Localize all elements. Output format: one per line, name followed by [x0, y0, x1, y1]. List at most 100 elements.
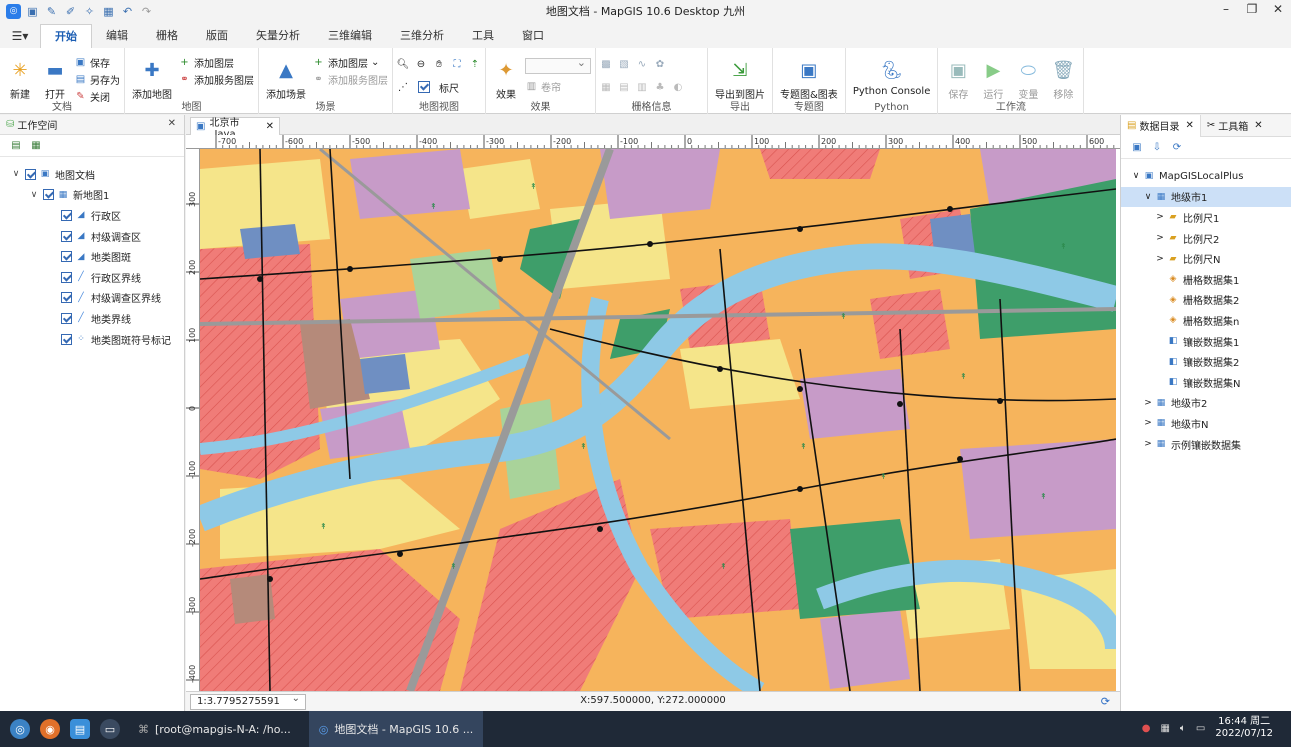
workspace-tree-item[interactable]: ╱ 地类界线 — [0, 308, 184, 329]
maximize-icon[interactable]: ❐ — [1245, 2, 1259, 16]
start-menu-icon[interactable]: ◎ — [10, 719, 30, 739]
close-icon[interactable]: ✕ — [1271, 2, 1285, 16]
catalog-tree-item[interactable]: > ▦ 地级市N — [1121, 413, 1291, 434]
workspace-tree-item[interactable]: ∨ ▣ 地图文档 — [0, 164, 184, 185]
raster-icon-5[interactable]: ▦ — [600, 81, 612, 93]
export-image-button[interactable]: ⇲ 导出到图片 — [712, 52, 768, 103]
grid-icon[interactable]: ▦ — [101, 4, 116, 19]
layer-visibility-checkbox[interactable] — [25, 168, 36, 180]
catalog-tree-item[interactable]: ◈ 栅格数据集1 — [1121, 269, 1291, 290]
catalog-tree-item[interactable]: > ▦ 示例镶嵌数据集 — [1121, 434, 1291, 455]
python-console-button[interactable]: 🐍︎ Python Console — [850, 52, 934, 99]
raster-icon-1[interactable]: ▩ — [600, 58, 612, 70]
clock[interactable]: 16:44 周二 2022/07/12 — [1215, 716, 1273, 740]
minimize-icon[interactable]: – — [1219, 2, 1233, 16]
workspace-tree-item[interactable]: ◢ 行政区 — [0, 205, 184, 226]
terminal-icon[interactable]: ▭ — [100, 719, 120, 739]
save-as-button[interactable]: ▤ 另存为 — [74, 71, 120, 87]
catalog-tree-item[interactable]: ◈ 栅格数据集n — [1121, 310, 1291, 331]
chevron-icon[interactable]: > — [1141, 398, 1155, 408]
chevron-icon[interactable]: ∨ — [1129, 171, 1143, 181]
open-button[interactable]: ▬ 打开 — [39, 52, 71, 103]
file-manager-icon[interactable]: ▤ — [70, 719, 90, 739]
tab-start[interactable]: 开始 — [40, 24, 92, 48]
network-alert-icon[interactable]: ● — [1142, 723, 1151, 734]
tab-3d-analysis[interactable]: 三维分析 — [386, 24, 458, 48]
thematic-map-button[interactable]: ▣ 专题图&图表 — [777, 52, 841, 103]
zoom-in-icon[interactable]: 🔍︎ — [397, 58, 410, 70]
layer-visibility-checkbox[interactable] — [61, 312, 72, 324]
workflow-run-button[interactable]: ▶ 运行 — [977, 52, 1009, 103]
pan-hand-icon[interactable]: ✋︎ — [433, 58, 445, 70]
workspace-tree-item[interactable]: ◢ 地类图斑 — [0, 246, 184, 267]
tab-toolbox[interactable]: ✂ 工具箱 ✕ — [1201, 115, 1269, 137]
workspace-tree-item[interactable]: ∨ ▦ 新地图1 — [0, 185, 184, 206]
raster-icon-9[interactable]: ◐ — [672, 81, 684, 93]
layer-visibility-checkbox[interactable] — [61, 230, 72, 242]
close-tab-icon[interactable]: ✕ — [266, 121, 274, 132]
workspace-tree-item[interactable]: ⁘ 地类图斑符号标记 — [0, 329, 184, 350]
chevron-icon[interactable]: ∨ — [1141, 192, 1155, 202]
tab-tools[interactable]: 工具 — [458, 24, 508, 48]
add-scene-button[interactable]: ▲ 添加场景 — [263, 52, 309, 103]
catalog-tree-item[interactable]: ◈ 栅格数据集2 — [1121, 290, 1291, 311]
chevron-icon[interactable]: > — [1153, 254, 1167, 264]
tab-edit[interactable]: 编辑 — [92, 24, 142, 48]
raster-icon-7[interactable]: ▥ — [636, 81, 648, 93]
catalog-tree-item[interactable]: ∨ ▣ MapGISLocalPlus — [1121, 166, 1291, 187]
layer-visibility-checkbox[interactable] — [61, 333, 72, 345]
new-button[interactable]: ✳ 新建 — [4, 52, 36, 103]
tab-3d-edit[interactable]: 三维编辑 — [314, 24, 386, 48]
volume-icon[interactable]: 🔈︎ — [1180, 723, 1186, 734]
curtain-button[interactable]: ▥ 卷帘 — [525, 78, 591, 94]
chevron-icon[interactable]: > — [1141, 418, 1155, 428]
add-service-layer-button[interactable]: ⚭ 添加服务图层 — [178, 71, 254, 87]
layer-visibility-checkbox[interactable] — [61, 292, 72, 304]
chevron-icon[interactable]: > — [1153, 212, 1167, 222]
layer-view-icon[interactable]: ▤ — [10, 140, 22, 152]
save-button[interactable]: ▣ 保存 — [74, 54, 120, 70]
raster-icon-2[interactable]: ▧ — [618, 58, 630, 70]
tab-layout[interactable]: 版面 — [192, 24, 242, 48]
save-icon[interactable]: ▣ — [25, 4, 40, 19]
display-icon[interactable]: ▭ — [1196, 723, 1205, 734]
keyboard-icon[interactable]: ▦ — [1160, 723, 1169, 734]
tab-raster[interactable]: 栅格 — [142, 24, 192, 48]
select-icon[interactable]: ⋰ — [397, 81, 409, 93]
catalog-tree-item[interactable]: > ▦ 地级市2 — [1121, 393, 1291, 414]
workflow-var-button[interactable]: ⬭ 变量 — [1012, 52, 1044, 103]
brush-icon[interactable]: ✐ — [63, 4, 78, 19]
add-layer-button[interactable]: + 添加图层 — [178, 54, 254, 70]
close-panel-icon[interactable]: ✕ — [168, 118, 176, 129]
task-mapgis[interactable]: ◎ 地图文档 - MapGIS 10.6 ... — [308, 711, 484, 747]
refresh-view-icon[interactable]: ⇡ — [469, 58, 481, 70]
effect-combo[interactable] — [525, 56, 591, 74]
layout-view-icon[interactable]: ▦ — [30, 140, 42, 152]
catalog-refresh-icon[interactable]: ⟳ — [1171, 142, 1183, 154]
catalog-tree-item[interactable]: > ▰ 比例尺N — [1121, 248, 1291, 269]
browser-icon[interactable]: ◉ — [40, 719, 60, 739]
map-view[interactable]: -700 -600 -500 -400 -300 -200 -100 0 100 200 300 40… — [186, 135, 1120, 691]
catalog-view-icon[interactable]: ▣ — [1131, 142, 1143, 154]
task-terminal[interactable]: ⌘ [root@mapgis-N-A: /ho... — [128, 711, 301, 747]
app-menu-button[interactable]: ☰▾ — [0, 24, 40, 48]
chevron-icon[interactable]: > — [1141, 439, 1155, 449]
redo-icon[interactable]: ↷ — [139, 4, 154, 19]
add-map-button[interactable]: ✚ 添加地图 — [129, 52, 175, 103]
catalog-connect-icon[interactable]: ⇩ — [1151, 142, 1163, 154]
layer-visibility-checkbox[interactable] — [61, 251, 72, 263]
raster-icon-8[interactable]: ♣ — [654, 81, 666, 93]
tab-window[interactable]: 窗口 — [508, 24, 558, 48]
map-canvas[interactable]: ↟ ↟ ↟ ↟ ↟ ↟ ↟ ↟ ↟ ↟ ↟ ↟ — [200, 149, 1116, 691]
chevron-down-icon[interactable]: ∨ — [28, 190, 40, 200]
close-tab-icon[interactable]: ✕ — [1254, 120, 1262, 131]
raster-palette-icon[interactable]: ✿ — [654, 58, 666, 70]
raster-histogram-icon[interactable]: ∿ — [636, 58, 648, 70]
catalog-tree-item[interactable]: ◧ 镶嵌数据集2 — [1121, 351, 1291, 372]
raster-icon-6[interactable]: ▤ — [618, 81, 630, 93]
chevron-icon[interactable]: > — [1153, 233, 1167, 243]
magic-icon[interactable]: ✧ — [82, 4, 97, 19]
edit-icon[interactable]: ✎ — [44, 4, 59, 19]
scene-add-layer-button[interactable]: + 添加图层 ⌄ — [312, 54, 388, 70]
doc-tab-beijing[interactable]: ▣ 北京市_Java ✕ — [190, 117, 280, 140]
